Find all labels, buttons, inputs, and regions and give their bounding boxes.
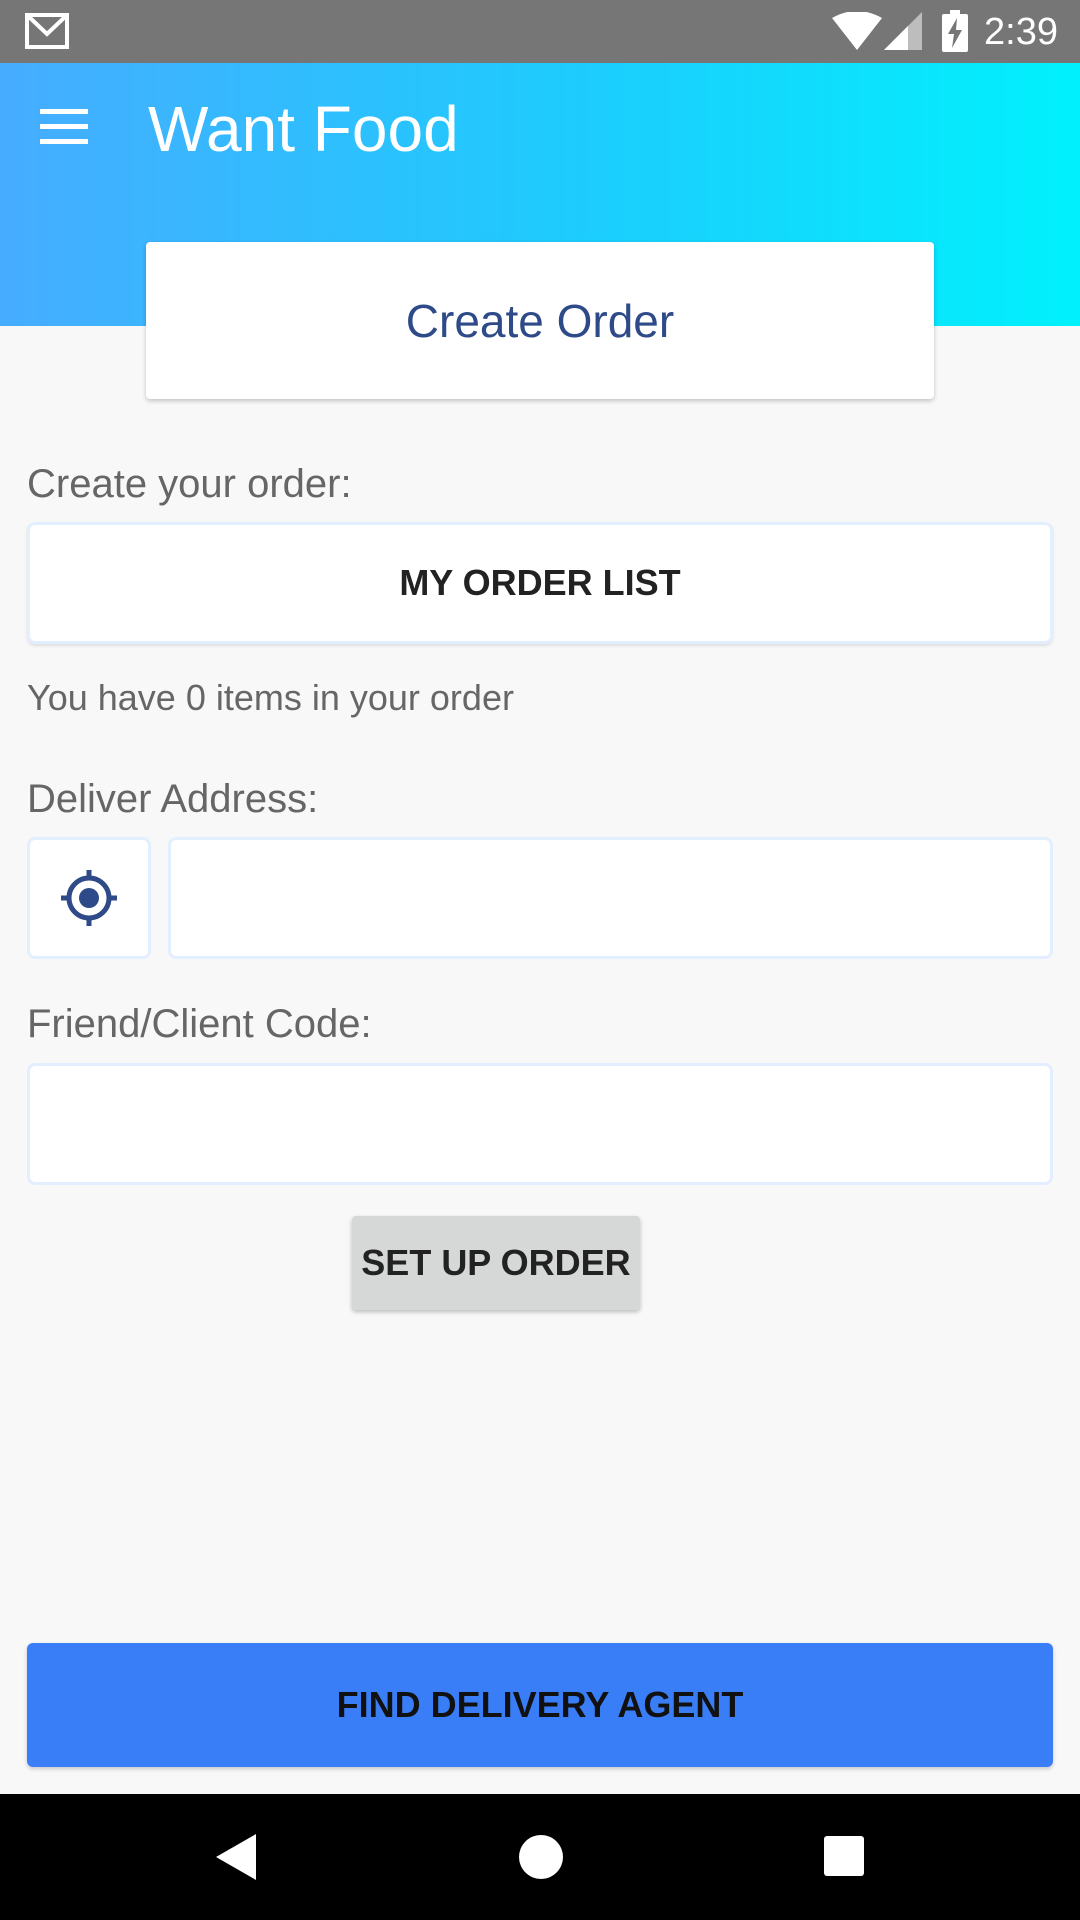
set-up-order-label: SET UP ORDER — [361, 1242, 631, 1283]
header-card-title: Create Order — [405, 294, 675, 347]
status-time: 2:39 — [984, 11, 1058, 53]
navigation-bar — [0, 1794, 1080, 1920]
client-code-input[interactable] — [30, 1066, 1050, 1182]
gps-target-icon — [61, 870, 117, 926]
back-icon[interactable] — [216, 1834, 256, 1880]
screen: 2:39 Want Food Create Order Create your … — [0, 0, 1080, 1920]
address-input[interactable] — [171, 840, 1050, 956]
find-delivery-agent-button[interactable]: FIND DELIVERY AGENT — [27, 1643, 1053, 1767]
wifi-icon — [832, 12, 882, 50]
my-order-list-button[interactable]: MY ORDER LIST — [27, 522, 1053, 644]
status-bar: 2:39 — [0, 0, 1080, 63]
menu-icon[interactable] — [40, 109, 88, 145]
cell-signal-icon — [884, 12, 922, 50]
app-title: Want Food — [148, 93, 459, 165]
address-input-box[interactable] — [168, 837, 1053, 959]
gmail-icon — [25, 13, 69, 49]
set-up-order-button[interactable]: SET UP ORDER — [352, 1216, 640, 1310]
friend-client-code-label: Friend/Client Code: — [27, 1002, 372, 1046]
recents-icon[interactable] — [824, 1836, 864, 1876]
deliver-address-label: Deliver Address: — [27, 777, 319, 821]
create-order-label: Create your order: — [27, 462, 352, 506]
client-code-input-box[interactable] — [27, 1063, 1053, 1185]
order-items-count-text: You have 0 items in your order — [27, 677, 514, 718]
header-card: Create Order — [146, 242, 934, 399]
current-location-button[interactable] — [27, 837, 151, 959]
find-delivery-agent-label: FIND DELIVERY AGENT — [336, 1684, 744, 1725]
home-icon[interactable] — [519, 1835, 563, 1879]
my-order-list-label: MY ORDER LIST — [399, 562, 681, 603]
battery-charging-icon — [942, 10, 968, 52]
